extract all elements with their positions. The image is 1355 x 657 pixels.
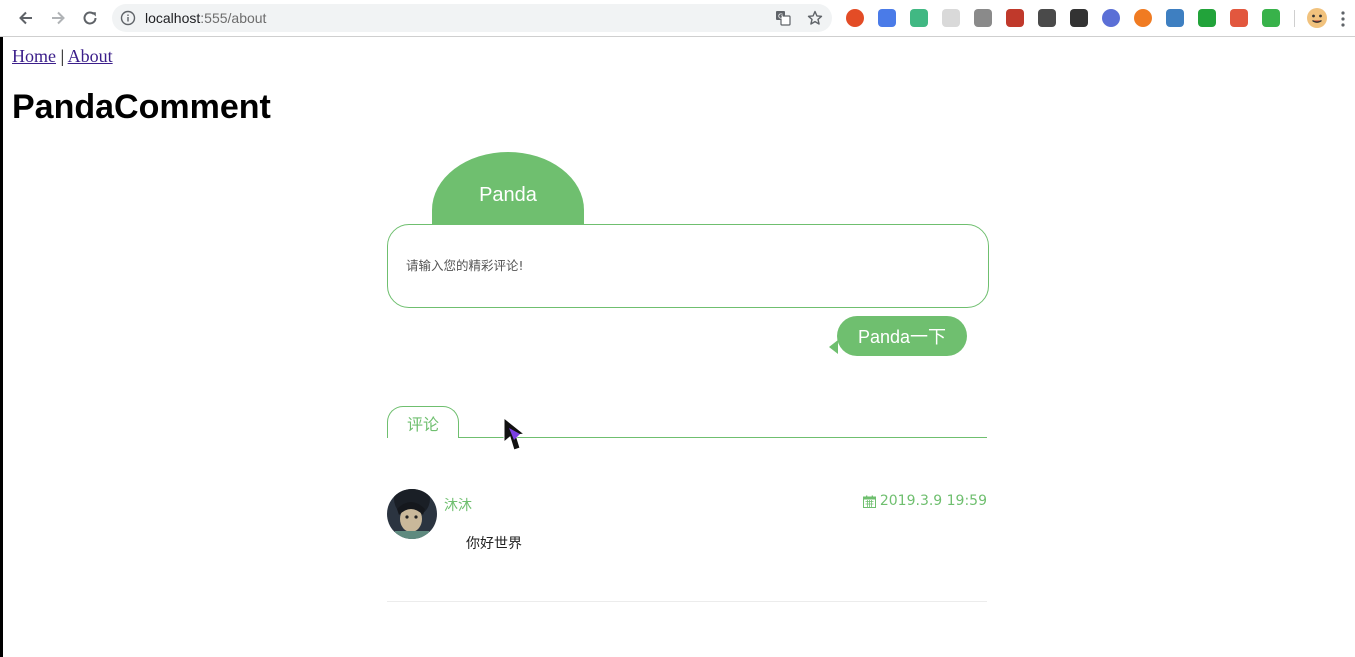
name-tab-label: Panda [479, 183, 537, 206]
ext-orange-ring-icon[interactable] [1134, 9, 1152, 27]
comment-divider [387, 601, 987, 602]
calendar-icon [862, 495, 876, 508]
url-host: localhost [145, 10, 201, 26]
router-nav: Home | About [12, 46, 113, 67]
menu-dots-icon[interactable] [1340, 10, 1346, 28]
submit-button-label: Panda一下 [857, 327, 947, 347]
ext-fx-icon[interactable] [1070, 9, 1088, 27]
translate-icon[interactable]: G [775, 10, 791, 26]
ext-octocat-icon[interactable] [1230, 9, 1248, 27]
ext-green-square-icon[interactable] [1198, 9, 1216, 27]
comments-tab-label: 评论 [406, 414, 439, 434]
home-link[interactable]: Home [12, 46, 56, 66]
profile-avatar-icon[interactable] [1306, 7, 1328, 29]
ext-hash-icon[interactable] [1166, 9, 1184, 27]
page-title: PandaComment [12, 88, 271, 126]
ext-r-icon[interactable] [1102, 9, 1120, 27]
nav-separator: | [60, 46, 65, 66]
window-edge [0, 0, 3, 657]
name-tab: Panda [432, 152, 584, 224]
back-arrow-icon [19, 11, 32, 25]
ext-vue-devtools-icon[interactable] [910, 9, 928, 27]
submit-button-tail [829, 340, 838, 354]
info-icon[interactable] [120, 10, 136, 26]
url-text[interactable]: localhost:555/about [145, 10, 266, 26]
back-button[interactable] [13, 6, 39, 30]
url-path: :555/about [200, 10, 267, 26]
forward-arrow-icon [52, 11, 65, 25]
comments-tab[interactable]: 评论 [387, 406, 459, 438]
ext-translate-icon[interactable] [878, 9, 896, 27]
submit-button[interactable]: Panda一下 [837, 316, 967, 356]
browser-toolbar: localhost:555/about G [0, 0, 1355, 37]
avatar [387, 489, 437, 539]
ext-link-icon[interactable] [974, 9, 992, 27]
ext-grid-icon[interactable] [942, 9, 960, 27]
comment-box [387, 224, 989, 308]
about-link[interactable]: About [68, 46, 113, 66]
avatar-image [387, 489, 437, 539]
comment-date-text: 2019.3.9 19:59 [879, 493, 987, 509]
address-bar[interactable]: localhost:555/about G [112, 4, 832, 32]
comment-text: 你好世界 [466, 536, 522, 552]
ext-rocket-icon[interactable] [1262, 9, 1280, 27]
reload-button[interactable] [77, 6, 103, 30]
toolbar-separator [1294, 10, 1295, 27]
svg-text:G: G [778, 13, 783, 21]
forward-button[interactable] [45, 6, 71, 30]
bookmark-star-icon[interactable] [807, 10, 823, 26]
ext-red-circle-icon[interactable] [846, 9, 864, 27]
ext-eyedropper-icon[interactable] [1038, 9, 1056, 27]
mouse-cursor-icon [503, 416, 526, 451]
comment-input[interactable] [406, 255, 966, 279]
comment-author: 沐沐 [444, 498, 472, 514]
ext-js-icon[interactable] [1006, 9, 1024, 27]
reload-icon [83, 11, 97, 25]
comments-section-line [387, 437, 987, 438]
comment-date: 2019.3.9 19:59 [862, 493, 987, 509]
